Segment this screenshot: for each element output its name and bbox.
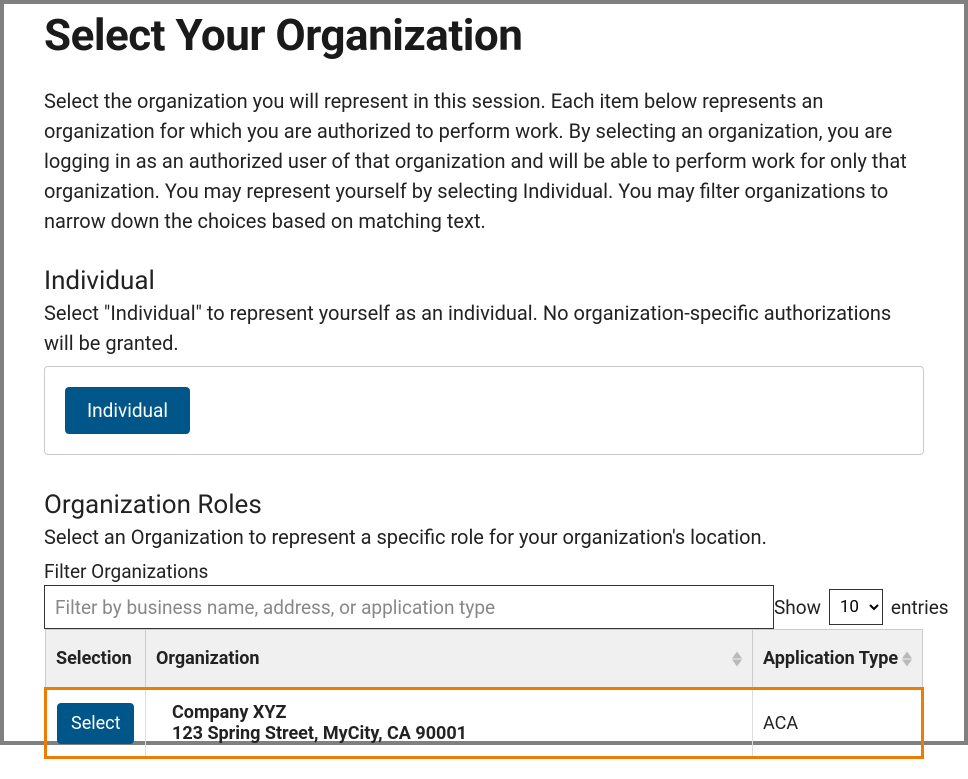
col-header-apptype[interactable]: Application Type — [753, 630, 923, 689]
individual-button[interactable]: Individual — [65, 387, 190, 434]
col-header-organization[interactable]: Organization — [146, 630, 753, 689]
col-header-selection: Selection — [46, 630, 146, 689]
filter-input[interactable] — [44, 585, 774, 629]
individual-box: Individual — [44, 366, 924, 455]
select-button[interactable]: Select — [57, 703, 134, 744]
org-roles-heading: Organization Roles — [44, 490, 924, 520]
intro-text: Select the organization you will represe… — [44, 86, 924, 236]
org-table: Selection Organization Application Type … — [44, 629, 924, 759]
filter-label: Filter Organizations — [44, 560, 924, 583]
col-header-organization-label: Organization — [156, 648, 260, 669]
org-roles-desc: Select an Organization to represent a sp… — [44, 522, 924, 552]
individual-desc: Select "Individual" to represent yoursel… — [44, 298, 924, 358]
show-text: Show — [774, 596, 821, 619]
org-address: 123 Spring Street, MyCity, CA 90001 — [156, 723, 742, 744]
col-header-apptype-label: Application Type — [763, 648, 898, 669]
org-name: Company XYZ — [156, 702, 742, 723]
sort-icon — [732, 651, 742, 666]
app-type-cell: ACA — [753, 689, 923, 758]
page-title: Select Your Organization — [44, 9, 924, 61]
individual-heading: Individual — [44, 266, 924, 296]
entries-text: entries — [891, 596, 949, 619]
sort-icon — [902, 651, 912, 666]
table-row: Select Company XYZ 123 Spring Street, My… — [46, 689, 923, 758]
entries-select[interactable]: 10 — [829, 589, 883, 625]
